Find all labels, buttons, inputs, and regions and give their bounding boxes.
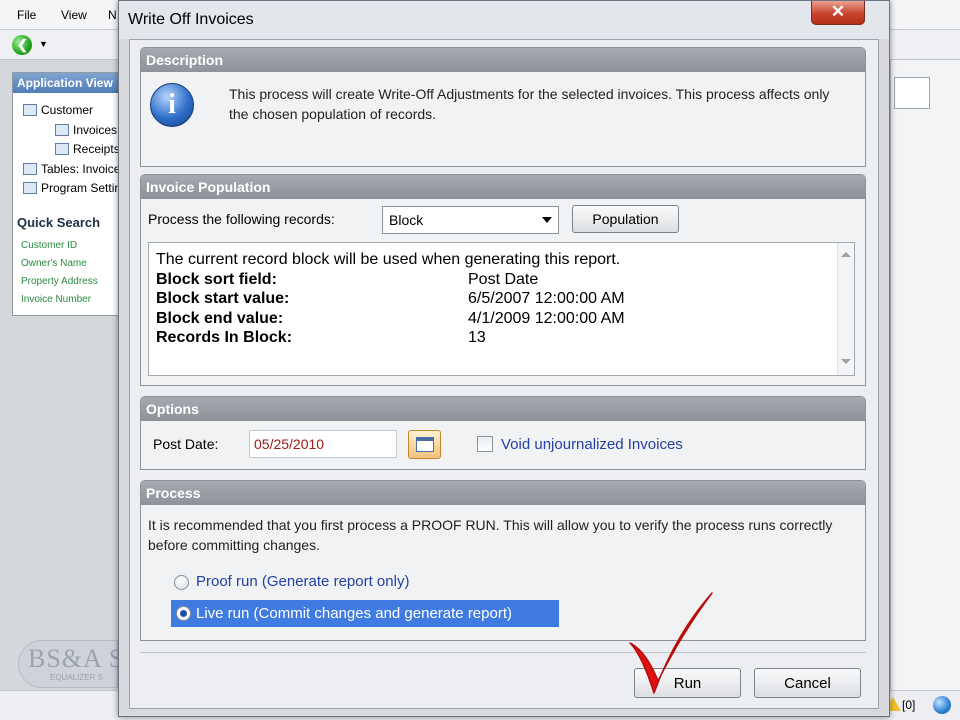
options-header: Options — [141, 397, 865, 421]
record-block-intro: The current record block will be used wh… — [156, 251, 621, 268]
textbox-scrollbar[interactable] — [837, 243, 854, 375]
options-group: Options Post Date: Void unjournalized In… — [140, 396, 866, 470]
scroll-down-icon[interactable] — [841, 359, 851, 364]
right-panel — [890, 60, 960, 690]
void-unjournalized-checkbox[interactable] — [477, 436, 493, 452]
chevron-down-icon[interactable]: ▼ — [39, 39, 48, 49]
process-header: Process — [141, 481, 865, 505]
proof-run-label[interactable]: Proof run (Generate report only) — [196, 573, 409, 590]
document-icon — [55, 124, 69, 136]
block-start-value-label: Block start value: — [156, 290, 290, 307]
menu-n[interactable]: N — [108, 8, 117, 22]
live-run-radio[interactable] — [176, 606, 191, 621]
tree-item-tables[interactable]: Tables: Invoices — [23, 162, 119, 176]
block-start-value: 6/5/2007 12:00:00 AM — [468, 290, 625, 307]
live-run-label[interactable]: Live run (Commit changes and generate re… — [196, 605, 512, 622]
close-button[interactable]: ✕ — [811, 1, 865, 25]
write-off-invoices-dialog: Write Off Invoices ✕ Description i This … — [118, 0, 890, 717]
proof-run-radio[interactable] — [174, 575, 189, 590]
record-selection-dropdown[interactable]: Block — [382, 206, 559, 234]
scroll-up-icon[interactable] — [841, 252, 851, 257]
post-date-label: Post Date: — [153, 436, 219, 452]
dialog-titlebar: Write Off Invoices ✕ — [119, 1, 889, 39]
population-button[interactable]: Population — [572, 205, 679, 233]
footer-separator — [140, 652, 866, 653]
record-selection-value: Block — [389, 212, 424, 228]
records-in-block-value: 13 — [468, 329, 486, 346]
run-button[interactable]: Run — [634, 668, 741, 698]
info-icon: i — [150, 83, 194, 127]
invoice-population-group: Invoice Population Process the following… — [140, 174, 866, 386]
records-in-block-label: Records In Block: — [156, 329, 293, 346]
menu-file[interactable]: File — [17, 8, 36, 22]
quick-search-property-address[interactable]: Property Address — [21, 276, 98, 287]
block-sort-field-label: Block sort field: — [156, 271, 277, 288]
back-arrow-icon: ❮ — [17, 37, 28, 52]
quick-search-title: Quick Search — [17, 215, 101, 230]
folder-icon — [23, 104, 37, 116]
dropdown-arrow-icon — [542, 217, 552, 223]
checklist-icon[interactable] — [894, 77, 930, 109]
void-unjournalized-label[interactable]: Void unjournalized Invoices — [501, 436, 683, 453]
process-records-label: Process the following records: — [148, 211, 335, 227]
live-run-option[interactable]: Live run (Commit changes and generate re… — [171, 600, 559, 627]
calendar-button[interactable] — [408, 430, 441, 459]
close-icon: ✕ — [830, 2, 846, 21]
block-end-value-label: Block end value: — [156, 310, 284, 327]
calendar-icon — [416, 437, 434, 452]
quick-search-owners-name[interactable]: Owner's Name — [21, 258, 87, 269]
process-instructions: It is recommended that you first process… — [148, 517, 833, 553]
tree-item-customer[interactable]: Customer — [23, 103, 93, 117]
dialog-body: Description i This process will create W… — [129, 39, 879, 709]
quick-search-customer-id[interactable]: Customer ID — [21, 240, 77, 251]
process-group: Process It is recommended that you first… — [140, 480, 866, 641]
table-icon — [23, 163, 37, 175]
logo-text: BS&A S — [28, 644, 125, 673]
cancel-button[interactable]: Cancel — [754, 668, 861, 698]
post-date-input[interactable] — [249, 430, 397, 458]
description-header: Description — [141, 48, 865, 72]
application-view-panel: Application View Customer Invoices Recei… — [12, 72, 120, 316]
tree-item-invoices[interactable]: Invoices — [55, 123, 119, 137]
tree-item-receipts[interactable]: Receipts — [55, 142, 119, 156]
logo-subtext: EQUALIZER S — [50, 673, 103, 682]
settings-icon — [23, 182, 37, 194]
dialog-title: Write Off Invoices — [128, 11, 254, 28]
menu-view[interactable]: View — [61, 8, 87, 22]
block-end-value: 4/1/2009 12:00:00 AM — [468, 310, 625, 327]
invoice-population-header: Invoice Population — [141, 175, 865, 199]
radio-selected-dot — [180, 610, 187, 617]
document-icon — [55, 143, 69, 155]
description-text: This process will create Write-Off Adjus… — [229, 86, 830, 122]
application-view-title: Application View — [13, 73, 119, 93]
description-group: Description i This process will create W… — [140, 47, 866, 167]
record-block-textbox[interactable]: The current record block will be used wh… — [148, 242, 855, 376]
status-count: [0] — [902, 698, 916, 712]
block-sort-field-value: Post Date — [468, 271, 539, 288]
globe-icon[interactable] — [933, 696, 951, 714]
tree-item-program-settings[interactable]: Program Settings — [23, 181, 119, 195]
quick-search-invoice-number[interactable]: Invoice Number — [21, 294, 91, 305]
